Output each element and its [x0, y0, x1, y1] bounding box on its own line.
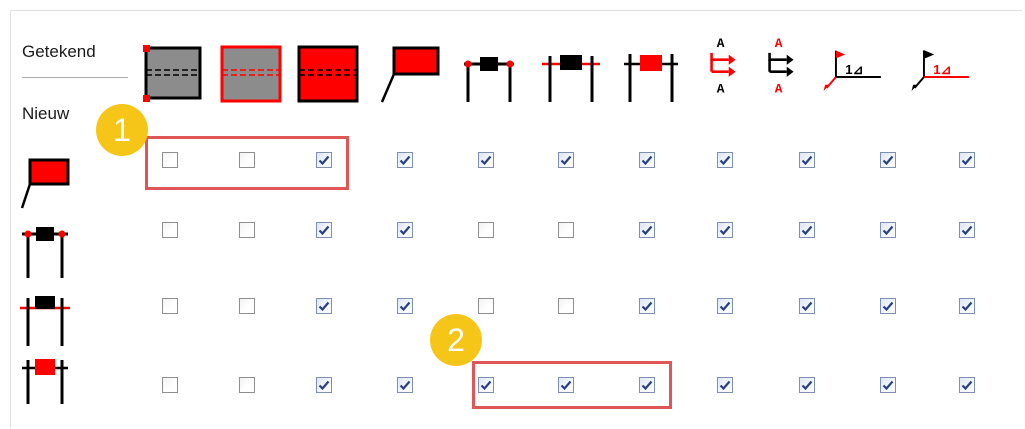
checkbox-r4-c2[interactable]: [239, 377, 255, 393]
callout-badge-1: 1: [96, 104, 148, 156]
checkbox-r3-c5[interactable]: [478, 298, 494, 314]
checkbox-r2-c5[interactable]: [478, 222, 494, 238]
checkbox-r3-c6[interactable]: [558, 298, 574, 314]
checkbox-r4-c10[interactable]: [880, 377, 896, 393]
beam-black-red-dots-icon: [464, 57, 514, 102]
checkbox-r3-c7[interactable]: [639, 298, 655, 314]
level-black-arrow-icon: 1⊿: [911, 50, 969, 91]
checkbox-r3-c2[interactable]: [239, 298, 255, 314]
checkbox-r1-c4[interactable]: [397, 152, 413, 168]
checkbox-r1-c6[interactable]: [558, 152, 574, 168]
section-gray-dashed-icon: [143, 45, 202, 102]
callout-badge-2: 2: [430, 314, 482, 366]
checkbox-r2-c7[interactable]: [639, 222, 655, 238]
beam-red-block-icon: [624, 54, 678, 102]
row-beam-black-red-line-icon: [20, 296, 70, 346]
checkbox-r4-c9[interactable]: [799, 377, 815, 393]
checkbox-r4-c11[interactable]: [959, 377, 975, 393]
checkbox-r1-c9[interactable]: [799, 152, 815, 168]
checkbox-r3-c10[interactable]: [880, 298, 896, 314]
checkbox-r2-c3[interactable]: [316, 222, 332, 238]
checkbox-r3-c4[interactable]: [397, 298, 413, 314]
level-red-arrow-icon: 1⊿: [823, 50, 881, 91]
checkbox-r2-c9[interactable]: [799, 222, 815, 238]
checkbox-r1-c10[interactable]: [880, 152, 896, 168]
row-beam-black-red-dots-icon: [22, 227, 68, 278]
level-glyph: 1⊿: [845, 62, 863, 77]
callout-highlight-1: [145, 136, 349, 190]
checkbox-r3-c9[interactable]: [799, 298, 815, 314]
row-leader-red-box-icon: [20, 158, 70, 209]
label-separator: [22, 77, 128, 78]
checkbox-r3-c8[interactable]: [717, 298, 733, 314]
section-glyph-bottom: A: [717, 81, 725, 94]
section-gray-red-border-icon: [220, 45, 282, 103]
checkbox-r4-c4[interactable]: [397, 377, 413, 393]
leader-red-box-icon: [380, 46, 440, 103]
checkbox-r2-c10[interactable]: [880, 222, 896, 238]
beam-black-red-line-icon: [542, 55, 600, 102]
section-arrows-red-icon: A A: [710, 36, 736, 94]
checkbox-r2-c2[interactable]: [239, 222, 255, 238]
checkbox-r2-c4[interactable]: [397, 222, 413, 238]
section-glyph-top: A: [717, 36, 725, 51]
checkbox-r2-c8[interactable]: [717, 222, 733, 238]
checkbox-r4-c8[interactable]: [717, 377, 733, 393]
checkbox-r4-c1[interactable]: [162, 377, 178, 393]
checkbox-r1-c11[interactable]: [959, 152, 975, 168]
checkbox-r1-c7[interactable]: [639, 152, 655, 168]
checkbox-r2-c11[interactable]: [959, 222, 975, 238]
drawn-label: Getekend: [22, 42, 96, 61]
row-beam-red-block-icon: [22, 359, 68, 404]
checkbox-r4-c3[interactable]: [316, 377, 332, 393]
checkbox-r3-c11[interactable]: [959, 298, 975, 314]
section-red-filled-icon: [297, 45, 359, 103]
checkbox-r1-c8[interactable]: [717, 152, 733, 168]
checkbox-r3-c3[interactable]: [316, 298, 332, 314]
section-glyph-top: A: [775, 36, 783, 51]
checkbox-r3-c1[interactable]: [162, 298, 178, 314]
level-glyph: 1⊿: [933, 62, 951, 77]
callout-highlight-2: [472, 361, 672, 409]
new-label: Nieuw: [22, 104, 70, 123]
checkbox-r2-c6[interactable]: [558, 222, 574, 238]
section-arrows-black-icon: A A: [768, 36, 794, 94]
section-glyph-bottom: A: [775, 81, 783, 94]
checkbox-r1-c5[interactable]: [478, 152, 494, 168]
checkbox-r2-c1[interactable]: [162, 222, 178, 238]
